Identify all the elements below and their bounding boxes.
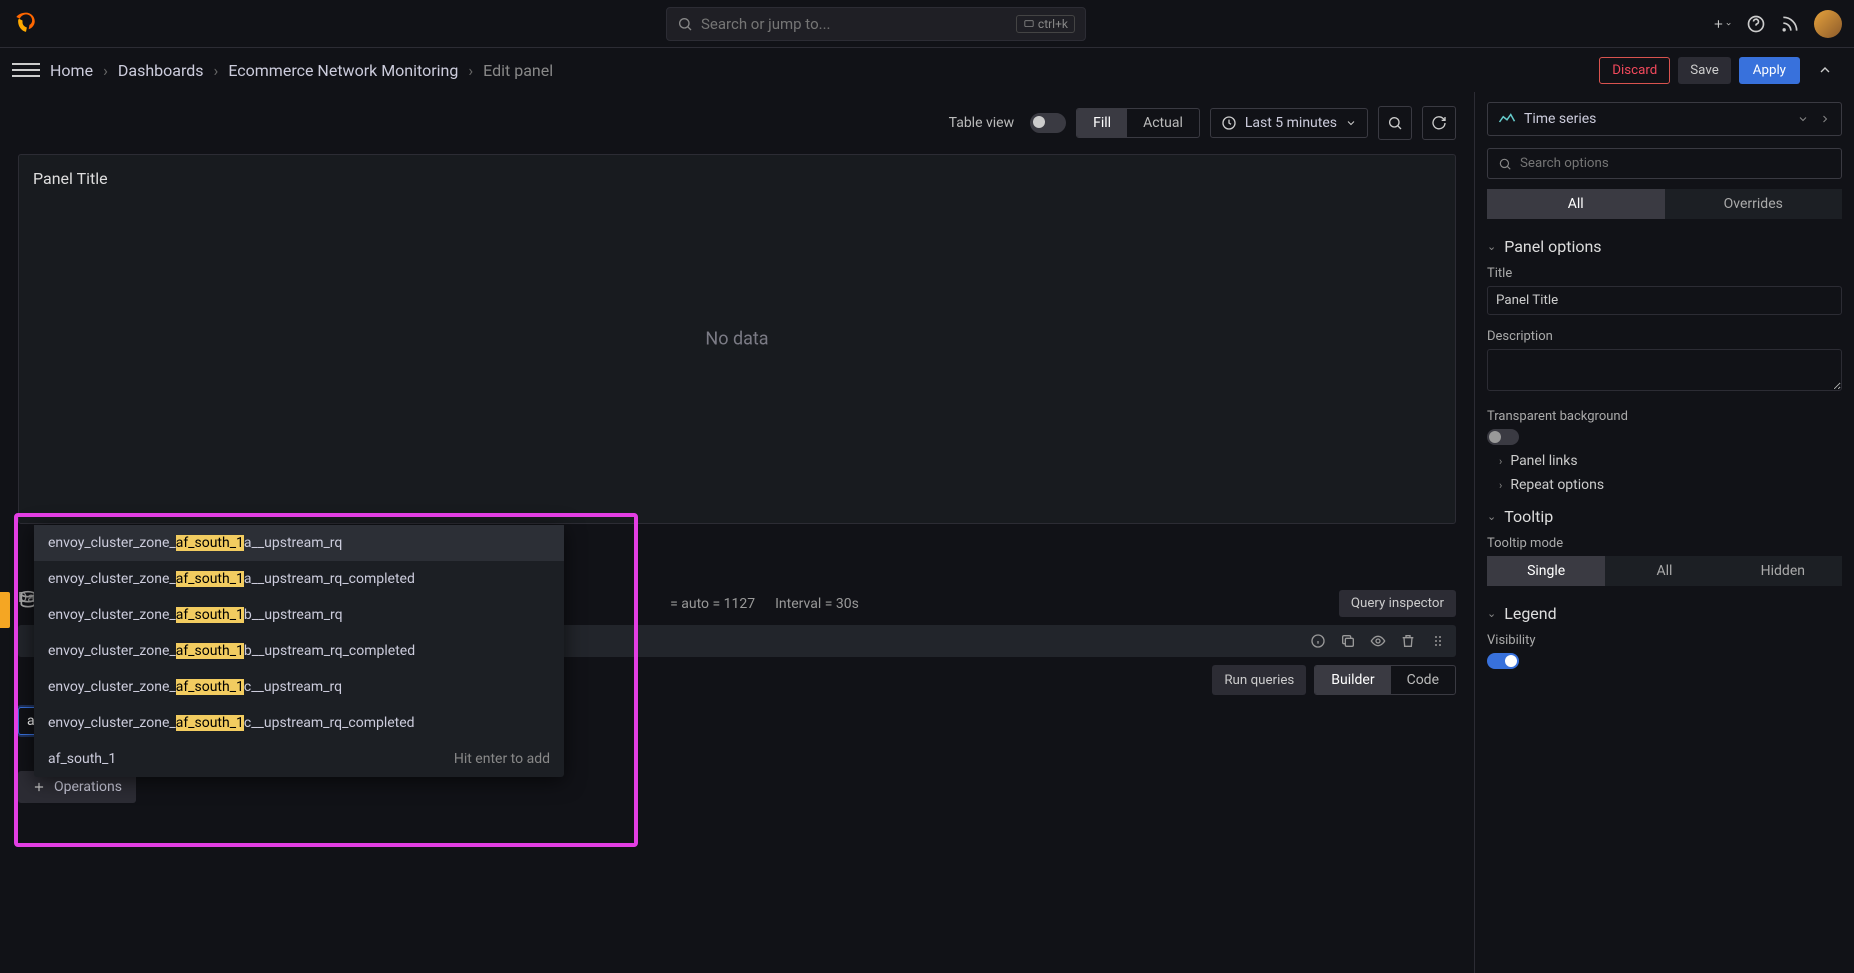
section-legend[interactable]: ⌄Legend xyxy=(1487,604,1842,623)
dropdown-item[interactable]: envoy_cluster_zone_af_south_1a__upstream… xyxy=(34,525,564,561)
save-button[interactable]: Save xyxy=(1678,57,1731,84)
dropdown-item[interactable]: envoy_cluster_zone_af_south_1b__upstream… xyxy=(34,633,564,669)
table-view-label: Table view xyxy=(949,115,1015,131)
tooltip-all[interactable]: All xyxy=(1605,556,1723,586)
global-search[interactable]: ctrl+k xyxy=(666,7,1086,41)
news-icon[interactable] xyxy=(1780,14,1800,34)
info-icon[interactable] xyxy=(1310,633,1326,649)
options-search-input[interactable] xyxy=(1520,156,1831,171)
dropdown-manual-entry[interactable]: af_south_1 Hit enter to add xyxy=(34,741,564,777)
zoom-out-button[interactable] xyxy=(1378,106,1412,140)
discard-button[interactable]: Discard xyxy=(1599,57,1670,84)
copy-icon[interactable] xyxy=(1340,633,1356,649)
fill-actual-segment[interactable]: Fill Actual xyxy=(1076,108,1200,138)
run-queries-button[interactable]: Run queries xyxy=(1212,665,1306,695)
repeat-options-item[interactable]: ›Repeat options xyxy=(1499,477,1842,493)
options-tabs[interactable]: All Overrides xyxy=(1487,189,1842,219)
eye-icon[interactable] xyxy=(1370,633,1386,649)
panel-preview: Panel Title No data xyxy=(18,154,1456,524)
tooltip-single[interactable]: Single xyxy=(1487,556,1605,586)
tooltip-mode-segment[interactable]: Single All Hidden xyxy=(1487,556,1842,586)
search-input[interactable] xyxy=(701,15,1008,33)
apply-button[interactable]: Apply xyxy=(1739,57,1800,84)
user-avatar[interactable] xyxy=(1814,10,1842,38)
transparent-toggle[interactable] xyxy=(1487,429,1519,445)
description-label: Description xyxy=(1487,329,1842,344)
visibility-label: Visibility xyxy=(1487,633,1842,648)
timeseries-icon xyxy=(1498,112,1516,126)
dropdown-item[interactable]: envoy_cluster_zone_af_south_1b__upstream… xyxy=(34,597,564,633)
chevron-down-icon xyxy=(1345,117,1357,129)
visualization-picker[interactable]: Time series xyxy=(1487,102,1842,136)
section-tooltip[interactable]: ⌄Tooltip xyxy=(1487,507,1842,526)
panel-links-item[interactable]: ›Panel links xyxy=(1499,453,1842,469)
options-search[interactable] xyxy=(1487,148,1842,179)
dropdown-item[interactable]: envoy_cluster_zone_af_south_1c__upstream… xyxy=(34,669,564,705)
breadcrumb: Home › Dashboards › Ecommerce Network Mo… xyxy=(50,61,553,80)
refresh-button[interactable] xyxy=(1422,106,1456,140)
collapse-sidebar[interactable] xyxy=(1808,53,1842,87)
clock-icon xyxy=(1221,115,1237,131)
description-input[interactable] xyxy=(1487,349,1842,391)
query-inspector-button[interactable]: Query inspector xyxy=(1339,590,1456,617)
fill-option[interactable]: Fill xyxy=(1077,109,1127,137)
drag-icon[interactable] xyxy=(1430,633,1446,649)
tooltip-mode-label: Tooltip mode xyxy=(1487,536,1842,551)
section-panel-options[interactable]: ⌄Panel options xyxy=(1487,237,1842,256)
orange-tab-indicator xyxy=(0,592,10,628)
builder-code-segment[interactable]: Builder Code xyxy=(1314,665,1456,695)
help-icon[interactable] xyxy=(1746,14,1766,34)
trash-icon[interactable] xyxy=(1400,633,1416,649)
builder-tab[interactable]: Builder xyxy=(1315,666,1390,694)
title-input[interactable] xyxy=(1487,286,1842,315)
time-range-picker[interactable]: Last 5 minutes xyxy=(1210,108,1368,138)
search-icon xyxy=(677,16,693,32)
no-data-message: No data xyxy=(705,329,768,350)
visibility-toggle[interactable] xyxy=(1487,653,1519,669)
crumb-dashboard[interactable]: Ecommerce Network Monitoring xyxy=(228,61,458,80)
dropdown-item[interactable]: envoy_cluster_zone_af_south_1c__upstream… xyxy=(34,705,564,741)
menu-toggle[interactable] xyxy=(12,56,40,84)
crumb-home[interactable]: Home xyxy=(50,61,93,80)
add-menu[interactable] xyxy=(1712,14,1732,34)
title-label: Title xyxy=(1487,266,1842,281)
transparent-label: Transparent background xyxy=(1487,409,1842,424)
actual-option[interactable]: Actual xyxy=(1127,109,1199,137)
dropdown-item[interactable]: envoy_cluster_zone_af_south_1a__upstream… xyxy=(34,561,564,597)
tab-overrides[interactable]: Overrides xyxy=(1665,189,1843,219)
grafana-logo[interactable] xyxy=(12,10,40,38)
auto-info: = auto = 1127 xyxy=(670,596,755,612)
tab-all[interactable]: All xyxy=(1487,189,1665,219)
crumb-current: Edit panel xyxy=(483,61,553,80)
tooltip-hidden[interactable]: Hidden xyxy=(1724,556,1842,586)
table-view-toggle[interactable] xyxy=(1030,113,1066,133)
interval-info: Interval = 30s xyxy=(775,596,859,612)
metric-autocomplete-dropdown: envoy_cluster_zone_af_south_1a__upstream… xyxy=(34,525,564,777)
panel-title: Panel Title xyxy=(33,169,1441,188)
code-tab[interactable]: Code xyxy=(1391,666,1455,694)
crumb-dashboards[interactable]: Dashboards xyxy=(118,61,204,80)
kbd-hint: ctrl+k xyxy=(1016,15,1075,33)
